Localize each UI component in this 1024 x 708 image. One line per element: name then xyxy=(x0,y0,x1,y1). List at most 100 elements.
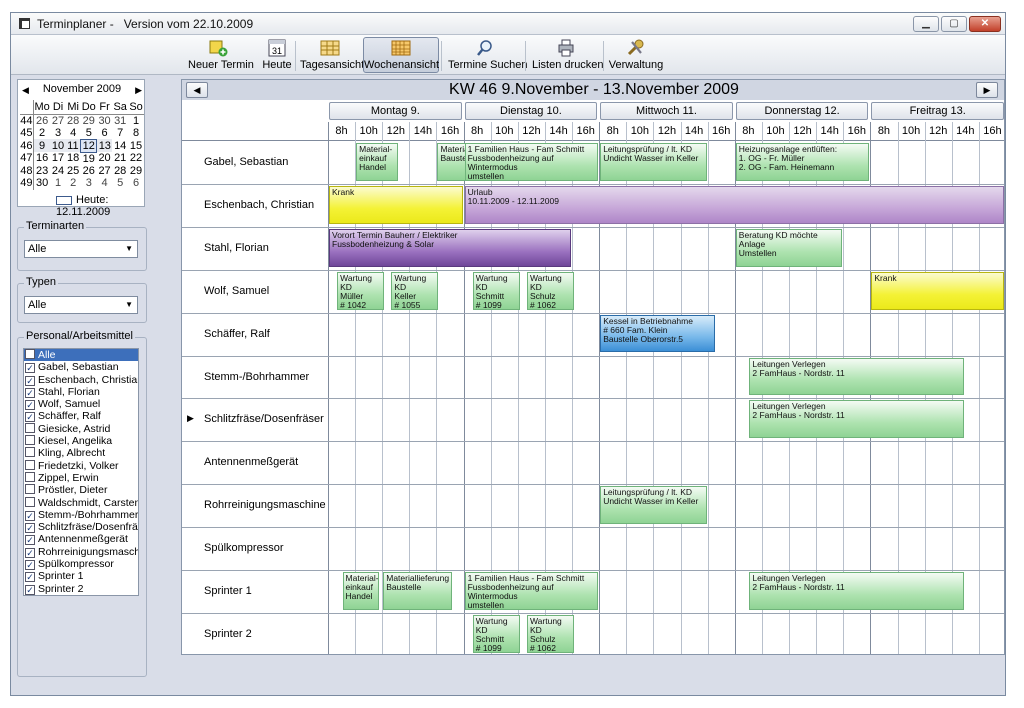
checkbox[interactable] xyxy=(25,363,35,374)
calendar-day[interactable]: 20 xyxy=(97,152,112,165)
personal-item[interactable]: Zippel, Erwin xyxy=(24,471,138,484)
appointment[interactable]: Wartung KD Müller # 1042 xyxy=(337,271,384,310)
calendar-day[interactable]: 5 xyxy=(81,127,97,140)
checkbox[interactable] xyxy=(25,572,35,583)
calendar-day[interactable]: 25 xyxy=(66,165,81,178)
checkbox[interactable] xyxy=(25,349,35,359)
appointment[interactable]: Materiallieferung Baustelle xyxy=(383,572,452,610)
personal-item[interactable]: Sprinter 1 xyxy=(24,570,138,583)
appointment[interactable]: Krank xyxy=(871,271,1004,310)
week-next-button[interactable]: ▶ xyxy=(976,82,998,98)
calendar-today[interactable]: Heute: 12.11.2009 xyxy=(56,194,144,218)
listen-drucken-button[interactable]: Listen drucken xyxy=(531,37,604,73)
calendar-day[interactable]: 30 xyxy=(97,114,112,127)
day-header[interactable]: Donnerstag 12. xyxy=(735,102,869,120)
appointment[interactable]: Heizungsanlage entlüften: 1. OG - Fr. Mü… xyxy=(735,143,870,181)
checkbox[interactable] xyxy=(25,400,35,411)
checkbox[interactable] xyxy=(25,523,35,534)
personal-item[interactable]: Kling, Albrecht xyxy=(24,447,138,459)
personal-item[interactable]: Giesicke, Astrid xyxy=(24,422,138,435)
calendar-day[interactable]: 26 xyxy=(33,114,50,127)
appointment[interactable]: Wartung KD Schulz # 1062 xyxy=(526,271,574,310)
personal-item[interactable]: Eschenbach, Christian xyxy=(24,374,138,386)
checkbox[interactable] xyxy=(25,547,35,558)
personal-item[interactable]: Schäffer, Ralf xyxy=(24,410,138,423)
calendar-day[interactable]: 6 xyxy=(128,177,144,190)
personal-item[interactable]: Gabel, Sebastian xyxy=(24,361,138,374)
calendar-day[interactable]: 15 xyxy=(128,139,144,152)
personal-item[interactable]: Stemm-/Bohrhammer xyxy=(24,509,138,521)
appointment[interactable]: Urlaub 10.11.2009 - 12.11.2009 xyxy=(464,185,1004,224)
checkbox[interactable] xyxy=(25,447,35,458)
calendar-day[interactable]: 30 xyxy=(33,177,50,190)
appointment[interactable]: Leitungsprüfung / lt. KD Undicht Wasser … xyxy=(600,486,707,525)
day-header[interactable]: Dienstag 10. xyxy=(464,102,598,120)
calendar-day[interactable]: 9 xyxy=(33,139,51,152)
maximize-button[interactable]: ▢ xyxy=(941,16,967,32)
appointment[interactable]: Leitungen Verlegen 2 FamHaus - Nordstr. … xyxy=(749,572,965,610)
calendar-day[interactable]: 29 xyxy=(128,165,144,178)
checkbox[interactable] xyxy=(25,459,35,470)
calendar-day[interactable]: 11 xyxy=(65,139,81,152)
calendar-day[interactable]: 6 xyxy=(97,127,112,140)
calendar-day[interactable]: 4 xyxy=(66,127,81,140)
calendar-day[interactable]: 1 xyxy=(50,177,65,190)
wochenansicht-button[interactable]: Wochenansicht xyxy=(363,37,439,73)
week-prev-button[interactable]: ◀ xyxy=(186,82,208,98)
calendar-day[interactable]: 18 xyxy=(66,152,81,165)
heute-button[interactable]: 31 Heute xyxy=(261,37,293,73)
appointment[interactable]: Wartung KD Schulz # 1062 xyxy=(526,614,574,653)
calendar-day[interactable]: 28 xyxy=(112,165,128,178)
checkbox[interactable] xyxy=(25,387,35,398)
appointment[interactable]: Material- einkauf Handel xyxy=(342,572,379,610)
checkbox[interactable] xyxy=(25,496,35,507)
personal-item[interactable]: Sprinter 2 xyxy=(24,583,138,595)
calendar-day[interactable]: 14 xyxy=(112,139,128,152)
minimize-button[interactable]: ▁ xyxy=(913,16,939,32)
appointment[interactable]: Beratung KD möchte Anlage Umstellen xyxy=(735,228,843,267)
personal-list[interactable]: AlleGabel, SebastianEschenbach, Christia… xyxy=(23,348,139,596)
checkbox[interactable] xyxy=(25,484,35,495)
termine-suchen-button[interactable]: Termine Suchen xyxy=(447,37,528,73)
personal-item[interactable]: Pröstler, Dieter xyxy=(24,484,138,496)
personal-item[interactable]: Waldschmidt, Carsten xyxy=(24,496,138,509)
appointment[interactable]: Wartung KD Schmitt # 1099 xyxy=(472,614,520,653)
calendar-day[interactable]: 24 xyxy=(50,165,65,178)
appointment[interactable]: 1 Familien Haus - Fam Schmitt Fussbodenh… xyxy=(464,572,599,610)
calendar-day[interactable]: 23 xyxy=(33,165,50,178)
calendar-day[interactable]: 31 xyxy=(112,114,128,127)
verwaltung-button[interactable]: Verwaltung xyxy=(607,37,665,73)
calendar-day[interactable]: 17 xyxy=(50,152,65,165)
appointment[interactable]: Wartung KD Keller # 1055 xyxy=(391,271,439,310)
checkbox[interactable] xyxy=(25,584,35,595)
appointment[interactable]: 1 Familien Haus - Fam Schmitt Fussbodenh… xyxy=(464,143,599,181)
calendar-day[interactable]: 8 xyxy=(128,127,144,140)
calendar-day[interactable]: 2 xyxy=(66,177,81,190)
appointment[interactable]: Krank xyxy=(329,185,463,224)
tagesansicht-button[interactable]: Tagesansicht xyxy=(299,37,364,73)
calendar-next-button[interactable]: ▶ xyxy=(135,85,142,96)
personal-item[interactable]: Spülkompressor xyxy=(24,558,138,571)
typen-select[interactable]: Alle ▼ xyxy=(24,296,138,314)
personal-item[interactable]: Alle xyxy=(24,349,138,362)
personal-item[interactable]: Friedetzki, Volker xyxy=(24,459,138,472)
calendar-prev-button[interactable]: ◀ xyxy=(22,85,29,96)
checkbox[interactable] xyxy=(25,412,35,423)
day-header[interactable]: Freitrag 13. xyxy=(871,102,1004,120)
checkbox[interactable] xyxy=(25,375,35,386)
checkbox[interactable] xyxy=(25,471,35,482)
personal-item[interactable]: Rohrreinigungsmaschin xyxy=(24,546,138,558)
calendar-day[interactable]: 16 xyxy=(33,152,50,165)
checkbox[interactable] xyxy=(25,422,35,433)
calendar-day[interactable]: 4 xyxy=(97,177,112,190)
calendar-day[interactable]: 26 xyxy=(81,165,97,178)
appointment[interactable]: Kessel in Betriebnahme # 660 Fam. Klein … xyxy=(600,314,715,353)
checkbox[interactable] xyxy=(25,435,35,446)
day-header[interactable]: Mittwoch 11. xyxy=(600,102,733,120)
calendar-day[interactable]: 13 xyxy=(96,139,113,152)
appointment[interactable]: Material- einkauf Handel xyxy=(356,143,398,181)
calendar-day[interactable]: 19 xyxy=(81,152,97,165)
personal-item[interactable]: Antennenmeßgerät xyxy=(24,533,138,546)
appointment[interactable]: Vorort Termin Bauherr / Elektriker Fussb… xyxy=(329,228,572,267)
calendar-day[interactable]: 3 xyxy=(81,177,97,190)
